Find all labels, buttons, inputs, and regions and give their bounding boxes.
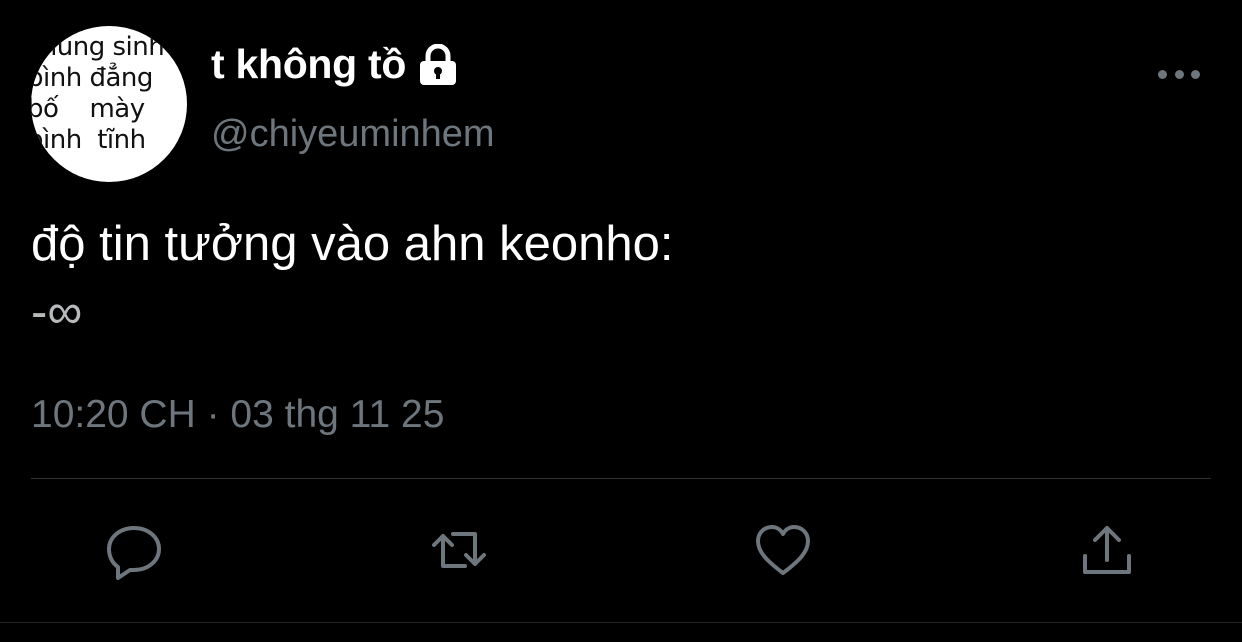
avatar-line: bình tĩnh: [31, 125, 146, 155]
tweet-text-line: độ tin tưởng vào ahn keonho:: [31, 217, 674, 271]
avatar-line: bố mày: [31, 94, 145, 124]
display-name-row[interactable]: t không tồ: [211, 41, 458, 88]
dot: [1174, 69, 1184, 79]
avatar-line: bình đẳng: [31, 63, 153, 93]
retweet-icon[interactable]: [427, 518, 491, 582]
heart-icon[interactable]: [751, 518, 815, 582]
dot: [1191, 69, 1200, 79]
tweet-text: độ tin tưởng vào ahn keonho: -∞: [31, 210, 674, 346]
share-icon[interactable]: [1075, 518, 1139, 582]
dot: [1158, 69, 1167, 79]
user-handle[interactable]: @chiyeuminhem: [211, 113, 495, 156]
avatar-text: chúng sinh bình đẳng bố mày bình tĩnh: [31, 32, 187, 156]
avatar[interactable]: chúng sinh bình đẳng bố mày bình tĩnh: [31, 26, 187, 182]
lock-icon: [418, 43, 458, 86]
divider: [31, 478, 1211, 479]
tweet-timestamp[interactable]: 10:20 CH · 03 thg 11 25: [31, 393, 444, 437]
bottom-divider: [0, 622, 1242, 623]
reply-icon[interactable]: [102, 518, 166, 582]
more-options-icon[interactable]: [1158, 64, 1200, 84]
display-name[interactable]: t không tồ: [211, 41, 406, 88]
avatar-line: chúng sinh: [31, 32, 165, 62]
tweet-text-line: -∞: [31, 285, 83, 339]
